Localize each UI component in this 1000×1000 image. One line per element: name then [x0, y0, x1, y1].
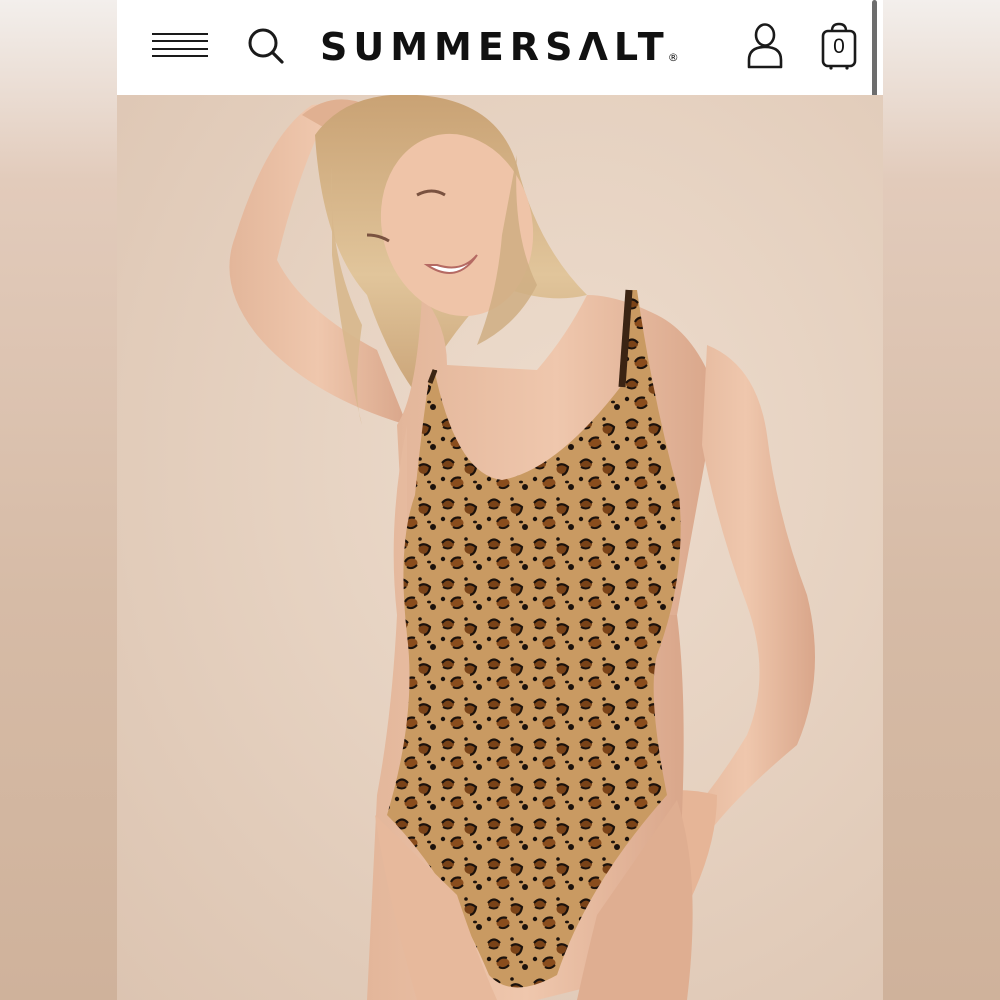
search-icon[interactable] [246, 26, 286, 66]
brand-logo[interactable]: SUMMERSΛLT ® [320, 22, 679, 72]
site-header: SUMMERSΛLT ® 0 [117, 0, 883, 95]
registered-mark: ® [667, 51, 679, 64]
shopping-bag-icon[interactable]: 0 [820, 22, 858, 70]
user-icon[interactable] [746, 22, 784, 70]
hamburger-menu-icon[interactable] [152, 31, 208, 59]
cart-count-badge: 0 [833, 35, 845, 58]
brand-wordmark: SUMMERSΛLT [320, 25, 670, 69]
mobile-viewport: SUMMERSΛLT ® 0 [117, 0, 883, 1000]
hero-product-image[interactable] [117, 95, 883, 1000]
